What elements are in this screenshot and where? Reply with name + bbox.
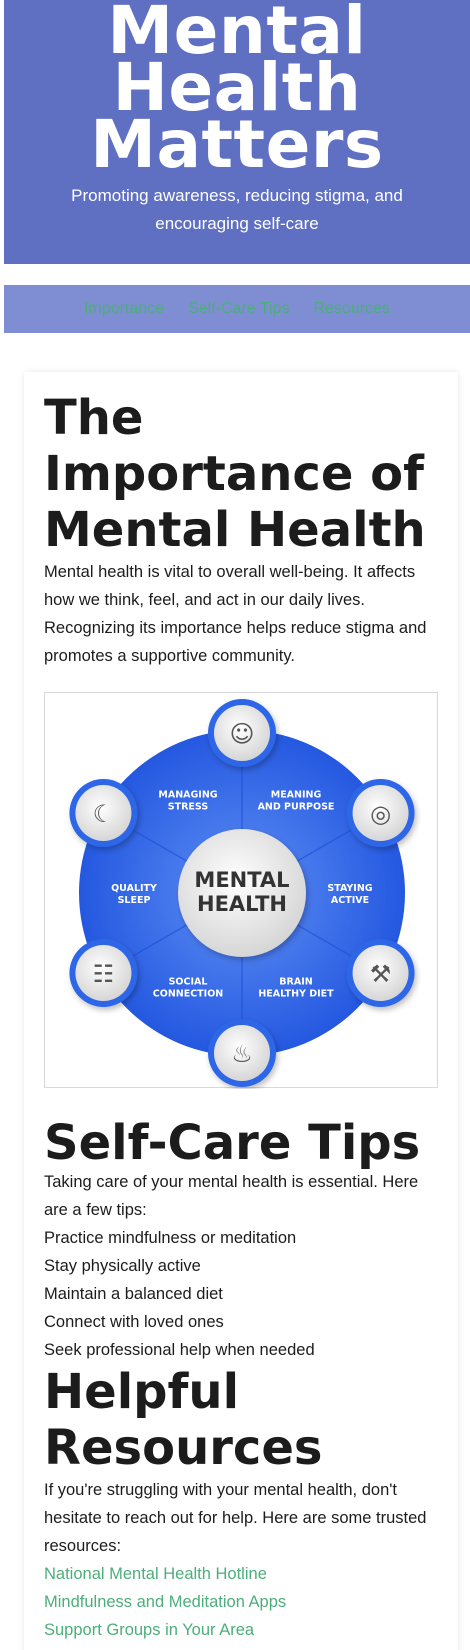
people-chat-icon: ☷ — [69, 939, 138, 1007]
segment-label: STAYING — [327, 883, 372, 894]
main-nav: Importance Self-Care Tips Resources — [4, 285, 470, 333]
center-label: MENTAL — [194, 868, 289, 892]
nav-link-importance[interactable]: Importance — [84, 300, 164, 318]
site-title: Mental Health Matters — [4, 0, 470, 178]
self-care-heading: Self-Care Tips — [44, 1115, 421, 1171]
resources-intro: If you're struggling with your mental he… — [44, 1481, 427, 1555]
dumbbell-icon: ⚒ — [346, 939, 415, 1007]
list-item: Support Groups in Your Area — [44, 1616, 438, 1644]
svg-text:☷: ☷ — [93, 960, 115, 988]
mental-health-infographic: MANAGING STRESS MEANING AND PURPOSE STAYING A… — [44, 692, 438, 1088]
segment-label: BRAIN — [279, 977, 312, 988]
segment-label: ACTIVE — [331, 895, 369, 906]
moon-cloud-icon: ☾ — [69, 779, 138, 847]
segment-label: CONNECTION — [153, 989, 224, 1000]
importance-section: The Importance of Mental Health Mental h… — [44, 390, 438, 1088]
svg-text:♨: ♨ — [231, 1040, 253, 1068]
resources-heading-line: Helpful — [44, 1364, 240, 1420]
list-item: Maintain a balanced diet — [44, 1285, 223, 1303]
resource-link-support-groups[interactable]: Support Groups in Your Area — [44, 1616, 438, 1644]
segment-label: SLEEP — [118, 895, 151, 906]
importance-text: Mental health is vital to overall well-b… — [44, 563, 427, 665]
target-dart-icon: ◎ — [346, 779, 415, 847]
resources-heading-line: Resources — [44, 1420, 323, 1476]
importance-heading: The Importance of Mental Health — [44, 390, 426, 558]
list-item: Practice mindfulness or meditation — [44, 1229, 297, 1247]
content-card: The Importance of Mental Health Mental h… — [24, 372, 458, 1650]
segment-label: SOCIAL — [169, 977, 208, 988]
segment-label: STRESS — [168, 801, 209, 812]
self-care-intro: Taking care of your mental health is ess… — [44, 1173, 419, 1219]
segment-label: QUALITY — [111, 883, 157, 894]
segment-label: MEANING — [271, 789, 322, 800]
resources-heading: Helpful Resources — [44, 1364, 438, 1476]
site-title-line: Matters — [90, 106, 384, 183]
infographic-svg: MANAGINGSTRESS MEANINGAND PURPOSE STAYINGA… — [69, 699, 415, 1087]
svg-text:⚒: ⚒ — [370, 960, 392, 988]
center-label: HEALTH — [197, 892, 287, 916]
svg-text:◎: ◎ — [370, 800, 391, 828]
resources-list: National Mental Health Hotline Mindfulne… — [44, 1560, 438, 1644]
segment-label: AND PURPOSE — [258, 801, 335, 812]
segment-label: HEALTHY DIET — [258, 989, 334, 1000]
list-item: Seek professional help when needed — [44, 1341, 315, 1359]
list-item: National Mental Health Hotline — [44, 1560, 438, 1588]
svg-text:☺: ☺ — [229, 720, 254, 748]
speedometer-smile-icon: ☺ — [208, 699, 276, 767]
nav-link-resources[interactable]: Resources — [313, 300, 389, 318]
site-header: Mental Health Matters Promoting awarenes… — [4, 0, 470, 264]
segment-label: MANAGING — [158, 789, 217, 800]
list-item: Mindfulness and Meditation Apps — [44, 1588, 438, 1616]
resource-link-mindfulness-apps[interactable]: Mindfulness and Meditation Apps — [44, 1588, 438, 1616]
apple-bottle-icon: ♨ — [208, 1019, 276, 1087]
site-subtitle: Promoting awareness, reducing stigma, an… — [71, 186, 403, 233]
resource-link-hotline[interactable]: National Mental Health Hotline — [44, 1560, 438, 1588]
nav-link-self-care-tips[interactable]: Self-Care Tips — [188, 300, 289, 318]
svg-text:☾: ☾ — [93, 800, 115, 828]
self-care-section: Self-Care Tips Taking care of your menta… — [44, 1118, 438, 1364]
self-care-list: Practice mindfulness or meditation Stay … — [44, 1224, 438, 1364]
resources-section: Helpful Resources If you're struggling w… — [44, 1364, 438, 1644]
list-item: Connect with loved ones — [44, 1313, 224, 1331]
list-item: Stay physically active — [44, 1257, 201, 1275]
